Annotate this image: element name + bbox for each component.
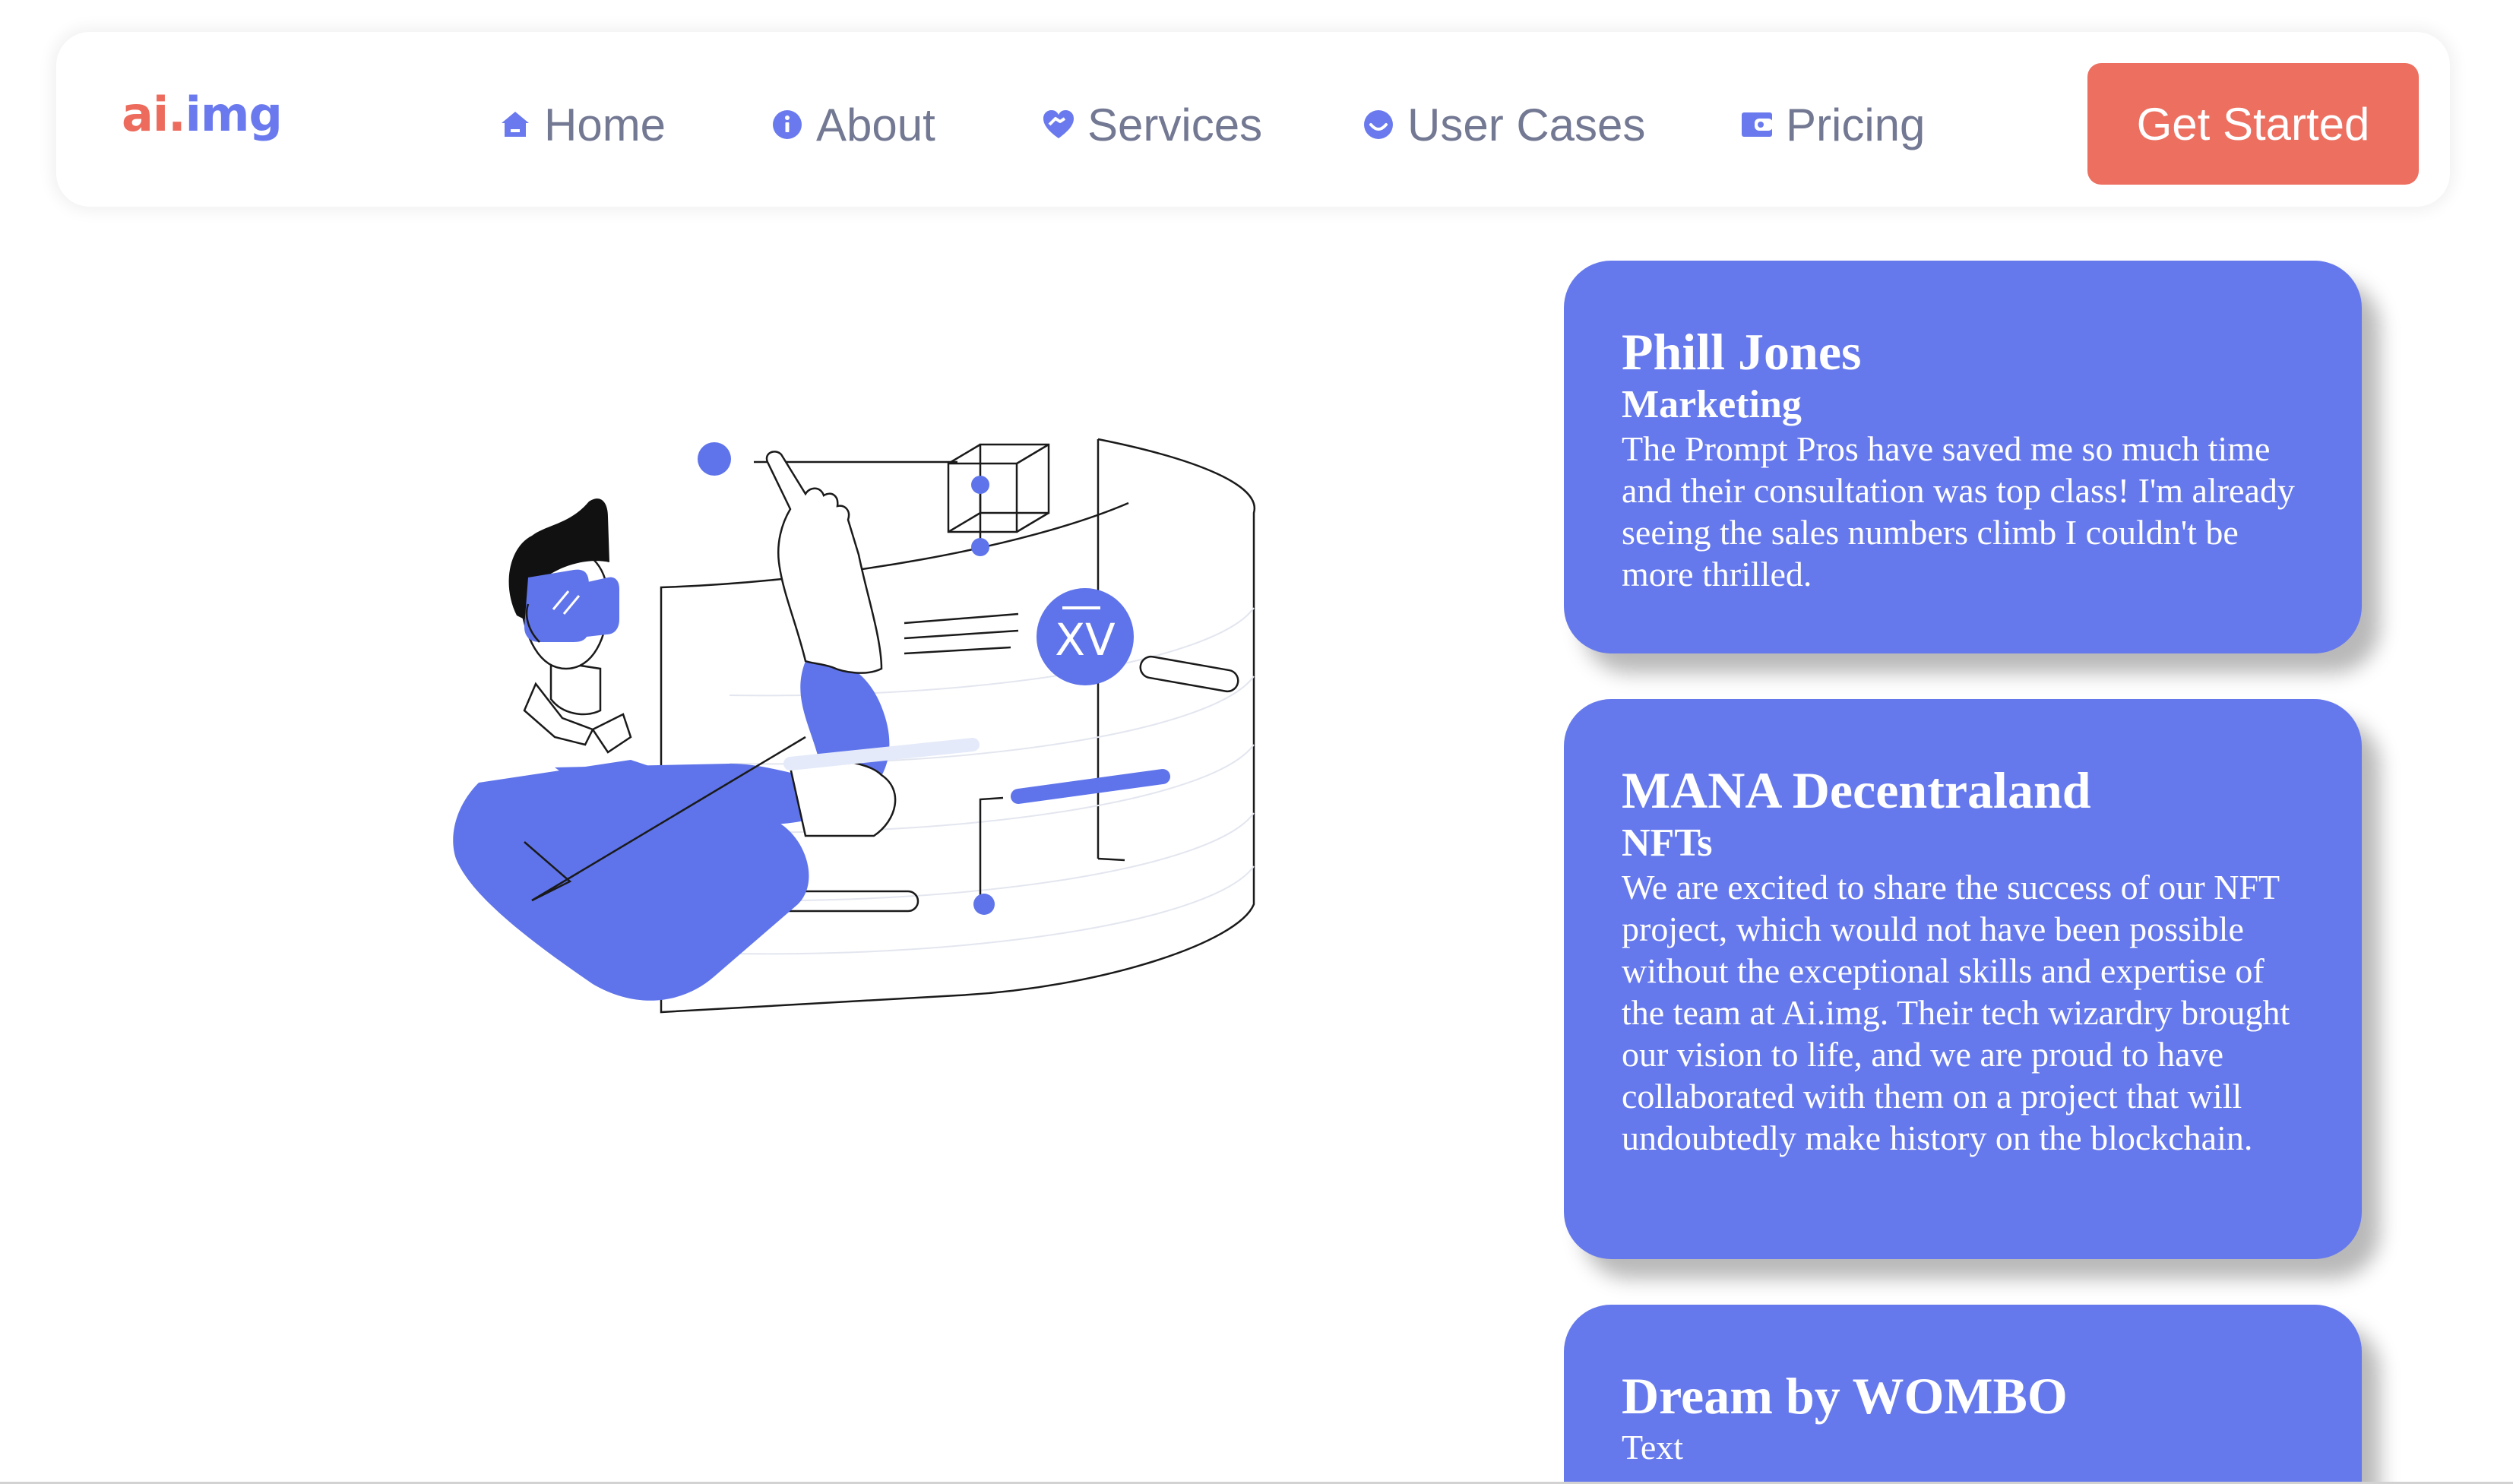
nav-services[interactable]: Services [1042,94,1262,155]
testimonial-card: Phill Jones Marketing The Prompt Pros ha… [1564,261,2362,653]
nav-pricing-label: Pricing [1786,99,1926,150]
nav-user-cases-label: User Cases [1407,99,1646,150]
testimonial-name: Dream by WOMBO [1622,1367,2068,1425]
handshake-heart-icon [1042,108,1075,141]
testimonial-role: Marketing [1622,383,1802,426]
logo-part-ai: ai. [122,87,186,142]
nav-home[interactable]: Home [498,94,666,155]
top-navbar: ai.img Home About Services User Cases Pr… [56,32,2450,207]
home-icon [498,108,532,141]
nav-user-cases[interactable]: User Cases [1362,94,1645,155]
wallet-icon [1740,108,1774,141]
testimonial-name: Phill Jones [1622,323,1862,381]
get-started-button[interactable]: Get Started [2087,63,2419,185]
nav-home-label: Home [544,99,666,150]
nav-about-label: About [816,99,935,150]
testimonial-name: MANA Decentraland [1622,761,2091,819]
nav-pricing[interactable]: Pricing [1740,94,1925,155]
testimonial-text: We are excited to share the success of o… [1622,868,2290,1157]
smile-icon [1362,108,1395,141]
testimonial-card: Dream by WOMBO Text [1564,1305,2362,1484]
hero-illustration: XV [380,410,1292,1033]
nav-about[interactable]: About [771,94,935,155]
testimonial-card: MANA Decentraland NFTs We are excited to… [1564,699,2362,1259]
testimonial-role: NFTs [1622,821,1713,865]
vr-user-touching-holographic-screen-illustration: XV [453,438,1256,1014]
screen-symbol-text: XV [1055,614,1116,666]
info-icon [771,108,804,141]
logo[interactable]: ai.img [122,91,283,138]
nav-services-label: Services [1087,99,1263,150]
logo-part-img: img [185,87,283,142]
testimonial-role: Text [1622,1428,1684,1467]
testimonial-text: The Prompt Pros have saved me so much ti… [1622,429,2295,593]
